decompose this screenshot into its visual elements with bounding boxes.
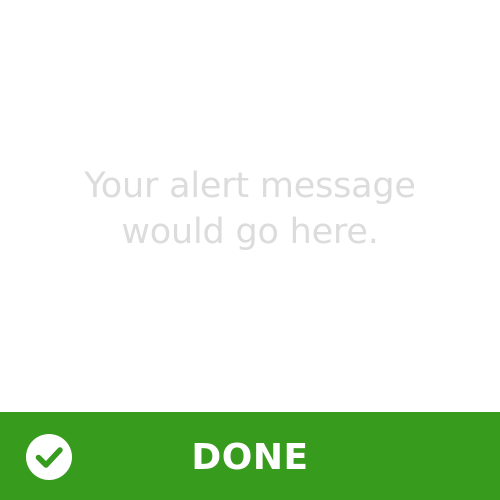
checkmark-circle-icon [26, 434, 72, 480]
message-area: Your alert message would go here. [0, 0, 500, 412]
alert-dialog: Your alert message would go here. DONE [0, 0, 500, 500]
done-button-label: DONE [191, 436, 309, 478]
done-button[interactable]: DONE [0, 412, 500, 500]
alert-message: Your alert message would go here. [84, 166, 416, 252]
